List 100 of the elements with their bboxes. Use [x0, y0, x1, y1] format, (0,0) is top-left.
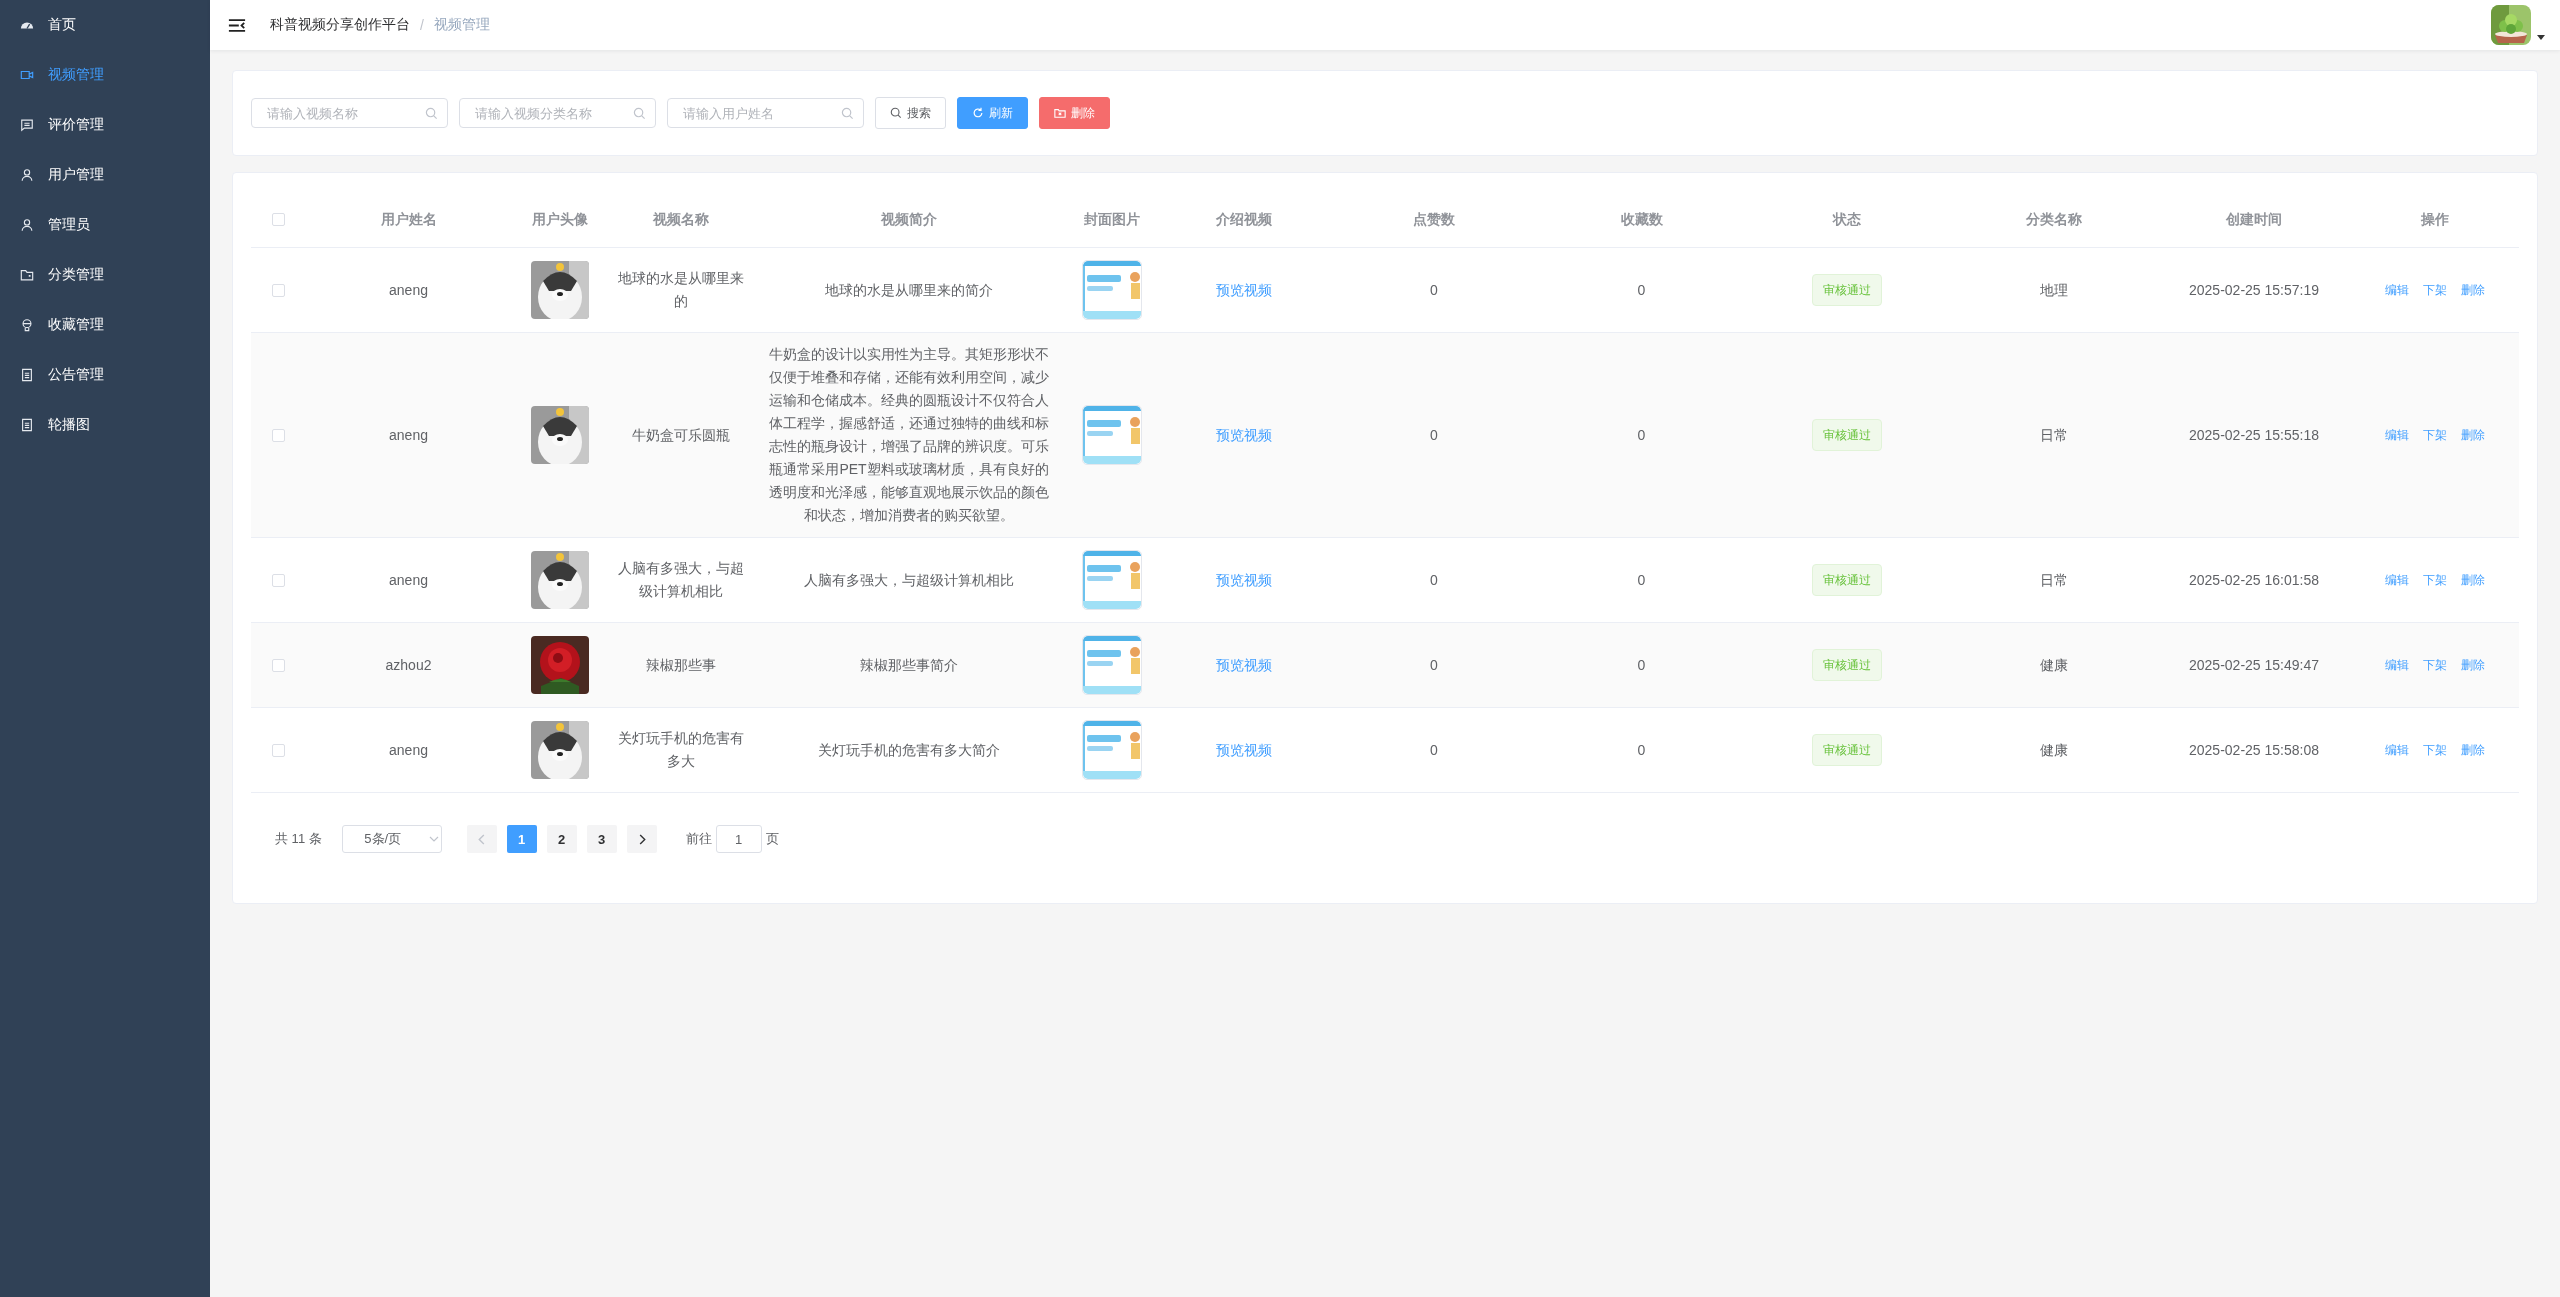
table-cell-text: aneng — [389, 740, 428, 760]
action-link[interactable]: 删除 — [2461, 278, 2485, 302]
caret-icon[interactable] — [2537, 35, 2545, 41]
action-link[interactable]: 下架 — [2423, 568, 2447, 592]
preview-video-link[interactable]: 预览视频 — [1216, 278, 1272, 302]
sidebar-item[interactable]: 视频管理 — [0, 50, 210, 100]
status-tag: 审核通过 — [1811, 564, 1882, 596]
sidebar-item[interactable]: 轮播图 — [0, 400, 210, 450]
menu-icon[interactable] — [228, 17, 246, 33]
table-cell-text: 地球的水是从哪里来的简介 — [825, 280, 993, 300]
status-tag: 审核通过 — [1811, 734, 1882, 766]
sidebar-item[interactable]: 管理员 — [0, 200, 210, 250]
table-cell-text: 地理 — [2040, 280, 2068, 300]
action-link[interactable]: 删除 — [2461, 568, 2485, 592]
action-link[interactable]: 删除 — [2461, 653, 2485, 677]
preview-video-link[interactable]: 预览视频 — [1216, 738, 1272, 762]
action-link[interactable]: 下架 — [2423, 653, 2447, 677]
column-header: 创建时间 — [2226, 209, 2282, 229]
sidebar-item[interactable]: 评价管理 — [0, 100, 210, 150]
table-cell-text: aneng — [389, 570, 428, 590]
column-header: 封面图片 — [1083, 209, 1140, 229]
action-link[interactable]: 下架 — [2423, 278, 2447, 302]
row-checkbox[interactable] — [272, 743, 285, 757]
table-cell-text: 牛奶盒的设计以实用性为主导。其矩形形状不仅便于堆叠和存储，还能有效利用空间，减少运输和仓储成本。经典的圆瓶设计不仅符合人体工程学，握感舒适，还通过独特的曲线和标志性的瓶身设计，增强了品牌的辨识度。可乐瓶通常采用PET塑料或玻璃材质，具有良好的透明度和光泽感，能够直观地展示饮品的颜色和状态，增加消费者的购买欲望。 — [768, 345, 1050, 525]
status-tag: 审核通过 — [1811, 649, 1882, 681]
sidebar-item[interactable]: 首页 — [0, 0, 210, 50]
table-cell-text: 关灯玩手机的危害有多大 — [618, 729, 744, 771]
next-page-button[interactable] — [626, 825, 657, 853]
action-link[interactable]: 删除 — [2461, 423, 2485, 447]
row-checkbox[interactable] — [272, 283, 285, 297]
preview-video-link[interactable]: 预览视频 — [1216, 653, 1272, 677]
sidebar-item[interactable]: 收藏管理 — [0, 300, 210, 350]
column-header: 分类名称 — [2026, 209, 2082, 229]
page-button[interactable]: 1 — [506, 825, 537, 853]
document-icon — [20, 368, 34, 382]
action-link[interactable]: 删除 — [2461, 738, 2485, 762]
folder-icon — [20, 268, 34, 282]
select-all-checkbox[interactable] — [272, 212, 285, 226]
row-checkbox[interactable] — [272, 428, 285, 442]
table-cell-text: 2025-02-25 15:55:18 — [2189, 425, 2319, 445]
table-cell-text: 日常 — [2040, 570, 2068, 590]
action-link[interactable]: 编辑 — [2385, 653, 2409, 677]
column-header: 收藏数 — [1620, 209, 1663, 229]
breadcrumb-item[interactable]: 科普视频分享创作平台 — [270, 16, 410, 34]
search-field[interactable]: 请输入视频分类名称 — [459, 98, 656, 128]
sidebar-item[interactable]: 分类管理 — [0, 250, 210, 300]
video-camera-icon — [20, 68, 34, 82]
row-checkbox[interactable] — [272, 573, 285, 587]
table-cell-text: 牛奶盒可乐圆瓶 — [632, 425, 730, 445]
action-link[interactable]: 下架 — [2423, 423, 2447, 447]
page-button[interactable]: 3 — [586, 825, 617, 853]
table-cell-text: 2025-02-25 15:49:47 — [2189, 655, 2319, 675]
sidebar-item[interactable]: 用户管理 — [0, 150, 210, 200]
action-link[interactable]: 编辑 — [2385, 738, 2409, 762]
search-icon — [425, 107, 438, 120]
table-cell-text: 0 — [1430, 280, 1438, 300]
sidebar-item[interactable]: 公告管理 — [0, 350, 210, 400]
table-cell-text: 0 — [1637, 570, 1646, 590]
bulb-icon — [20, 318, 34, 332]
table-cell-text: 0 — [1430, 740, 1438, 760]
action-link[interactable]: 下架 — [2423, 738, 2447, 762]
action-link[interactable]: 编辑 — [2385, 278, 2409, 302]
search-button[interactable]: 搜索 — [875, 97, 946, 129]
preview-video-link[interactable]: 预览视频 — [1216, 423, 1272, 447]
refresh-button[interactable]: 刷新 — [957, 97, 1028, 129]
table-cell-text: 2025-02-25 15:58:08 — [2189, 740, 2319, 760]
column-header: 用户姓名 — [380, 209, 437, 229]
action-link[interactable]: 编辑 — [2385, 568, 2409, 592]
page-button[interactable]: 2 — [546, 825, 577, 853]
chevron-down-icon — [429, 836, 440, 842]
column-header: 点赞数 — [1413, 209, 1455, 229]
search-field[interactable]: 请输入用户姓名 — [667, 98, 864, 128]
table-cell-text: 0 — [1637, 655, 1646, 675]
page-number-field[interactable]: 1 — [715, 825, 762, 853]
page-size-select[interactable]: 5条/页 — [341, 825, 442, 853]
table-cell-text: 0 — [1637, 740, 1646, 760]
table-cell-text: 地球的水是从哪里来的 — [618, 269, 744, 311]
table-cell-text: 0 — [1430, 425, 1438, 445]
action-link[interactable]: 编辑 — [2385, 423, 2409, 447]
chevron-right-icon — [637, 833, 646, 845]
row-checkbox[interactable] — [272, 658, 285, 672]
delete-button[interactable]: 删除 — [1039, 97, 1110, 129]
column-header: 操作 — [2421, 209, 2449, 229]
document-icon — [20, 418, 34, 432]
table-cell-text: 2025-02-25 15:57:19 — [2189, 280, 2319, 300]
status-tag: 审核通过 — [1811, 419, 1882, 451]
table-cell-text: 0 — [1637, 280, 1646, 300]
search-icon — [841, 107, 854, 120]
column-header: 状态 — [1832, 209, 1861, 229]
search-icon — [890, 107, 902, 119]
table-cell-text: 关灯玩手机的危害有多大简介 — [818, 740, 1000, 760]
search-field[interactable]: 请输入视频名称 — [251, 98, 448, 128]
table-cell-text: 辣椒那些事简介 — [860, 655, 958, 675]
preview-video-link[interactable]: 预览视频 — [1216, 568, 1272, 592]
search-icon — [633, 107, 646, 120]
chevron-left-icon — [477, 833, 486, 845]
table-cell-text: 人脑有多强大，与超级计算机相比 — [618, 559, 744, 601]
table-cell-text: 0 — [1430, 655, 1438, 675]
table-cell-text: 日常 — [2040, 425, 2068, 445]
refresh-icon — [972, 107, 984, 119]
